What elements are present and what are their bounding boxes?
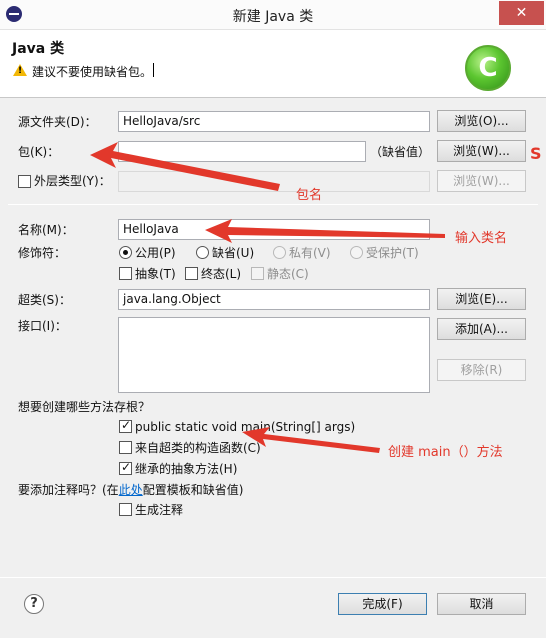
class-name-arrow	[205, 219, 445, 243]
class-name-annotation: 输入类名	[455, 231, 508, 246]
main-method-arrow	[242, 427, 380, 453]
main-method-annotation: 创建 main（）方法	[388, 445, 503, 460]
package-name-annotation: 包名	[296, 188, 323, 203]
annotation-arrows	[90, 142, 445, 453]
package-arrow	[90, 142, 280, 191]
side-mark: S	[530, 144, 542, 163]
